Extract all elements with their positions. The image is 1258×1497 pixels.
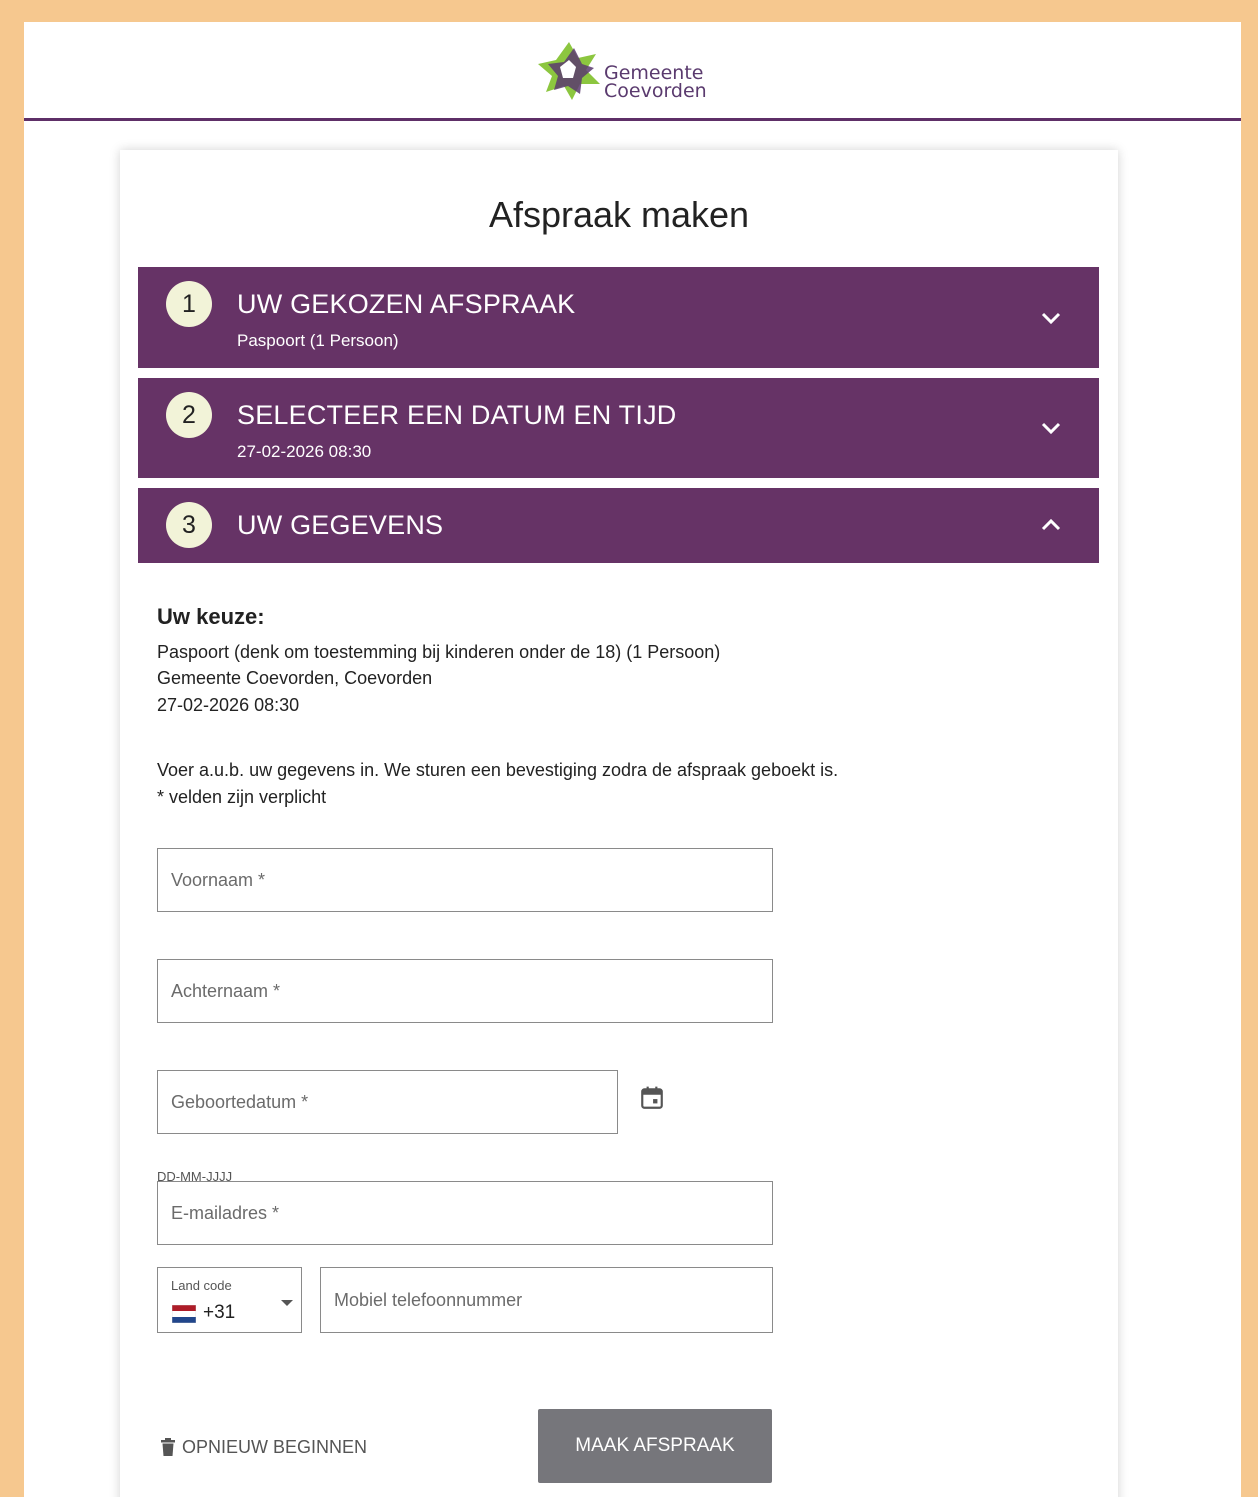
- country-code-select[interactable]: Land code +31: [157, 1267, 302, 1333]
- country-code-label: Land code: [171, 1278, 232, 1293]
- appointment-card: Afspraak maken 1 UW GEKOZEN AFSPRAAK Pas…: [120, 150, 1118, 1497]
- required-note: * velden zijn verplicht: [157, 787, 327, 807]
- choice-location: Gemeente Coevorden, Coevorden: [157, 668, 433, 688]
- netherlands-flag-icon: [172, 1305, 196, 1323]
- calendar-icon[interactable]: [639, 1085, 665, 1111]
- instruction-text: Voer a.u.b. uw gegevens in. We sturen ee…: [157, 760, 839, 780]
- app-frame: Gemeente Coevorden Afspraak maken 1 UW G…: [24, 22, 1241, 1497]
- trash-icon: [161, 1438, 175, 1456]
- mobile-phone-input[interactable]: [321, 1268, 772, 1332]
- step-title: SELECTEER EEN DATUM EN TIJD: [237, 400, 677, 430]
- make-appointment-button[interactable]: MAAK AFSPRAAK: [538, 1409, 772, 1483]
- choice-product: Paspoort (denk om toestemming bij kinder…: [157, 642, 721, 662]
- chevron-down-icon[interactable]: [1039, 416, 1063, 440]
- chevron-up-icon[interactable]: [1039, 513, 1063, 537]
- dropdown-caret-icon: [281, 1300, 293, 1306]
- birthdate-field[interactable]: [157, 1070, 618, 1134]
- first-name-input[interactable]: [158, 849, 772, 911]
- step-subtitle: 27-02-2026 08:30: [237, 442, 372, 461]
- star-logo-icon: [538, 42, 600, 100]
- step-select-date-time[interactable]: 2 SELECTEER EEN DATUM EN TIJD 27-02-2026…: [138, 378, 1099, 478]
- step-subtitle: Paspoort (1 Persoon): [237, 331, 399, 350]
- restart-button-label: OPNIEUW BEGINNEN: [182, 1436, 368, 1457]
- page-title: Afspraak maken: [488, 194, 750, 235]
- choice-heading: Uw keuze:: [157, 604, 265, 629]
- restart-button[interactable]: OPNIEUW BEGINNEN: [160, 1434, 367, 1460]
- email-input[interactable]: [158, 1182, 772, 1244]
- step-number-badge: 2: [166, 392, 212, 438]
- mobile-phone-field[interactable]: [320, 1267, 773, 1333]
- country-code-value: +31: [203, 1302, 236, 1323]
- site-header: Gemeente Coevorden: [24, 22, 1241, 121]
- logo-line-2: Coevorden: [604, 80, 707, 102]
- municipality-logo[interactable]: Gemeente Coevorden: [536, 40, 707, 102]
- last-name-field[interactable]: [157, 959, 773, 1023]
- choice-datetime: 27-02-2026 08:30: [157, 695, 300, 715]
- first-name-field[interactable]: [157, 848, 773, 912]
- email-field[interactable]: [157, 1181, 773, 1245]
- birthdate-input[interactable]: [158, 1071, 617, 1133]
- step-chosen-appointment[interactable]: 1 UW GEKOZEN AFSPRAAK Paspoort (1 Persoo…: [138, 267, 1099, 368]
- step-title: UW GEKOZEN AFSPRAAK: [237, 289, 576, 319]
- step-number-badge: 1: [166, 281, 212, 327]
- step-number-badge: 3: [166, 502, 212, 548]
- chevron-down-icon[interactable]: [1039, 306, 1063, 330]
- step-title: UW GEGEVENS: [237, 510, 444, 540]
- last-name-input[interactable]: [158, 960, 772, 1022]
- logo-wordmark: Gemeente Coevorden: [604, 64, 707, 102]
- step-your-details[interactable]: 3 UW GEGEVENS: [138, 488, 1099, 563]
